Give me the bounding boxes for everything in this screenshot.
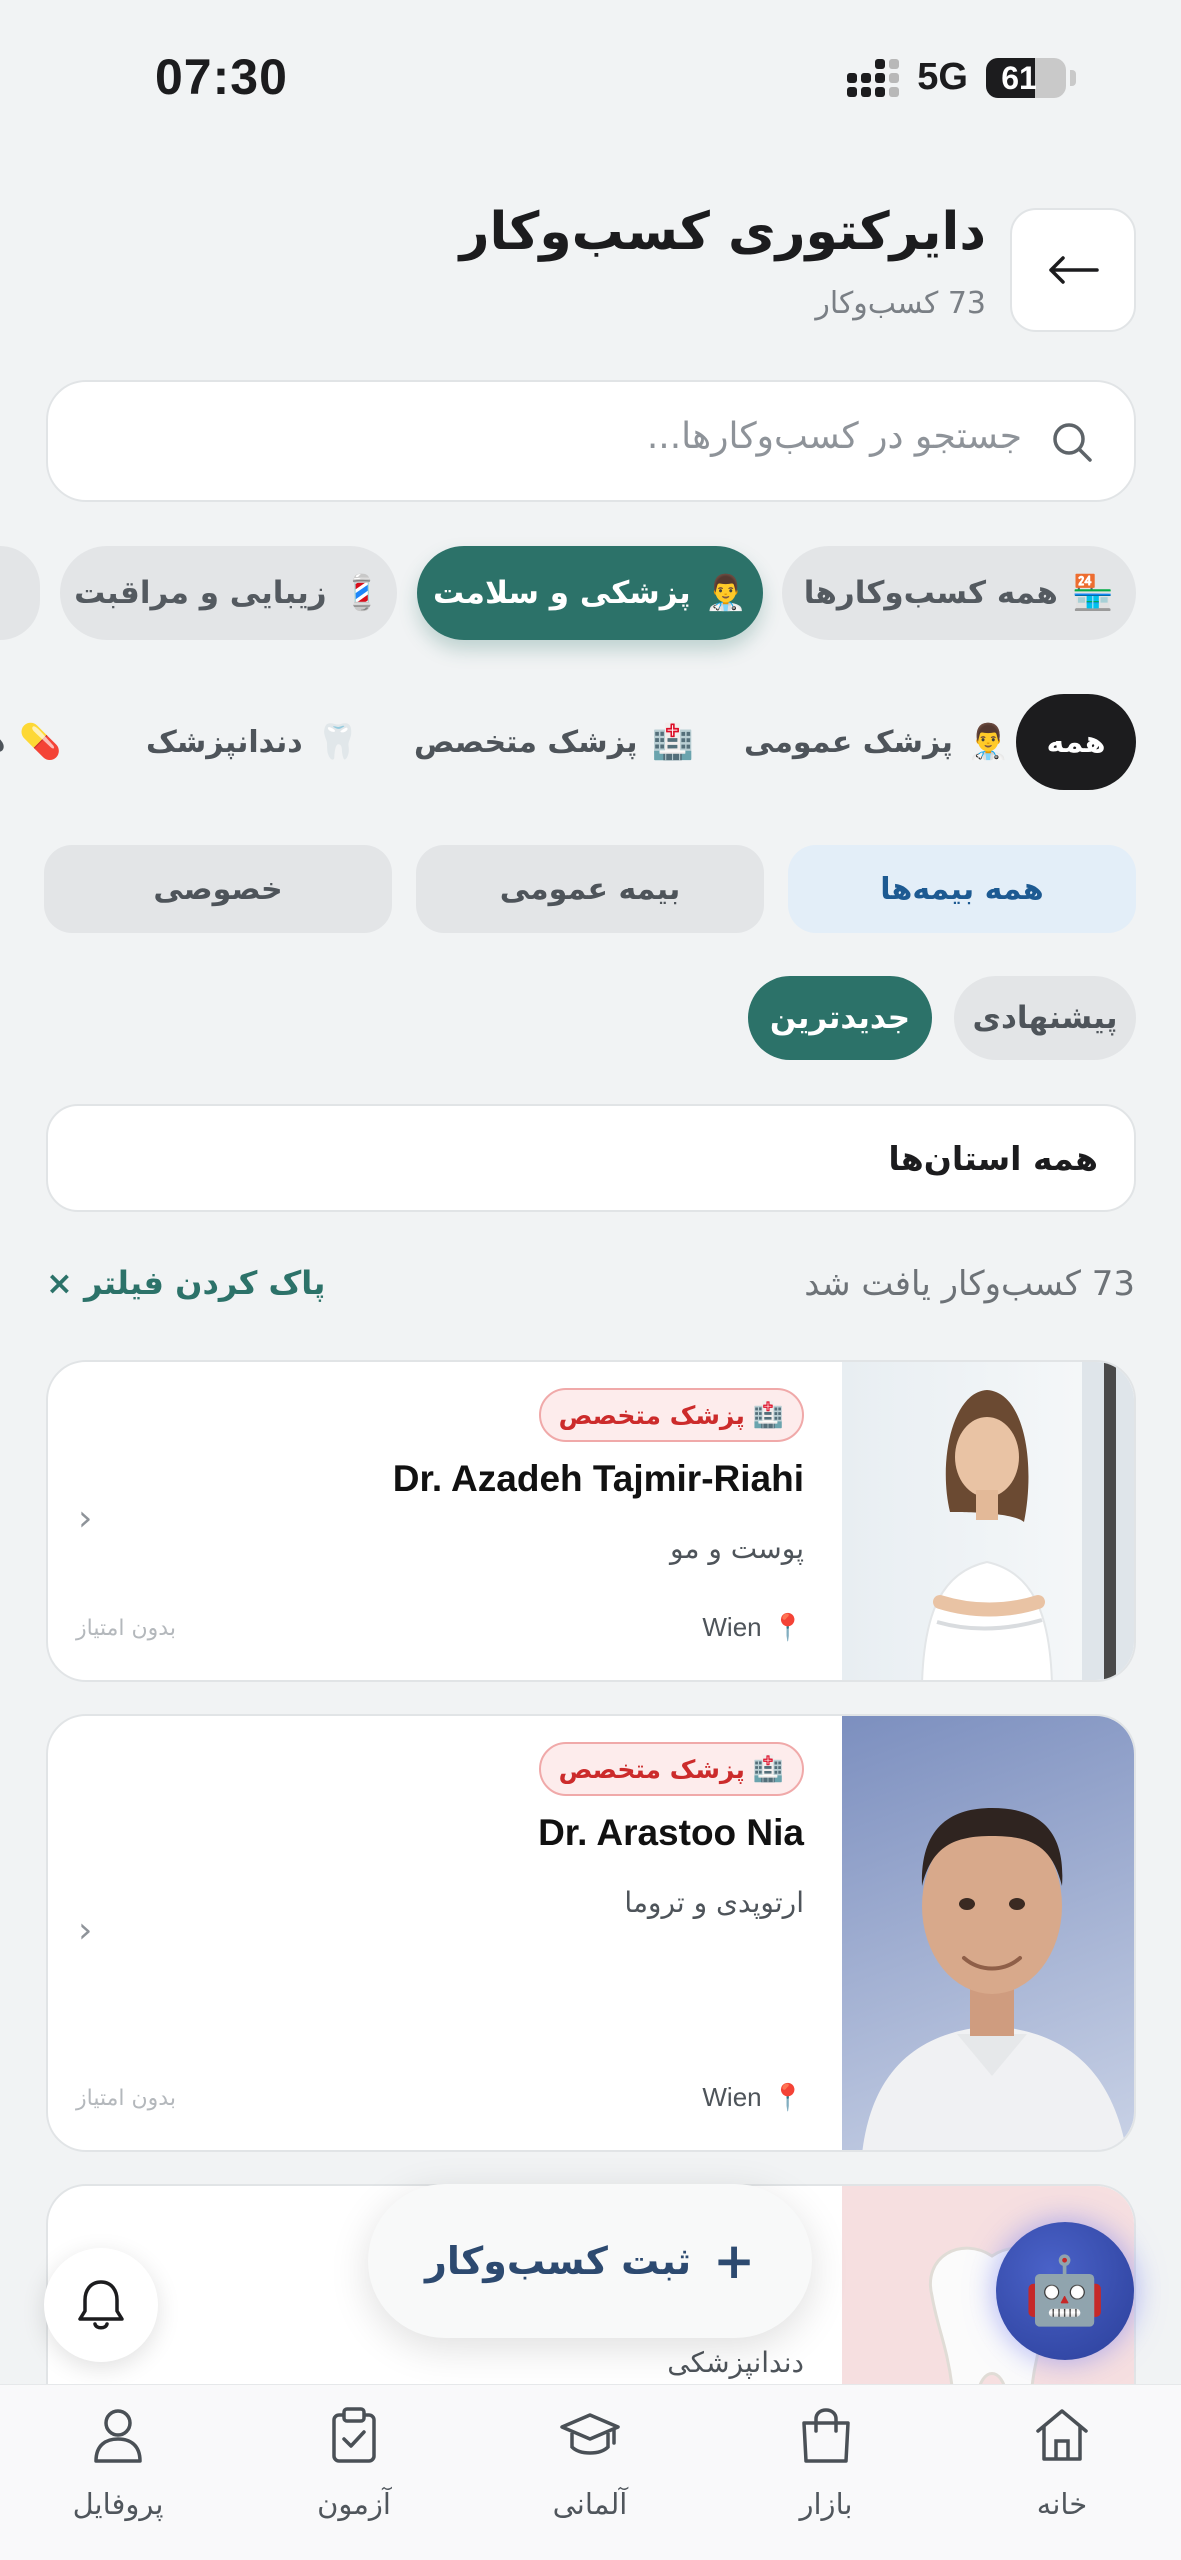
nav-label: خانه	[1036, 2487, 1088, 2521]
business-specialty: دندانپزشکی	[667, 2346, 804, 2379]
category-chip-partial[interactable]	[0, 546, 40, 640]
hospital-icon: 🏥	[752, 1754, 784, 1783]
battery-level: 61	[1001, 59, 1037, 96]
graduation-cap-icon	[560, 2413, 620, 2455]
back-button[interactable]	[1010, 208, 1136, 332]
signal-icon	[847, 58, 900, 97]
shopping-bag-icon	[802, 2408, 850, 2463]
subcategory-pharmacy-partial[interactable]: 💊 د	[0, 694, 62, 790]
map-pin-icon: 📍	[771, 2082, 804, 2112]
doctor-photo	[842, 1716, 1134, 2150]
doctor-photo	[842, 1362, 1134, 1680]
bell-icon	[78, 2280, 124, 2330]
category-badge: 🏥 پزشک متخصص	[538, 1388, 804, 1442]
category-chip-label: همه کسب‌وکارها	[803, 575, 1058, 611]
tooth-icon: 🦷	[316, 722, 360, 762]
sort-suggested[interactable]: پیشنهادی	[954, 976, 1136, 1060]
sort-newest[interactable]: جدیدترین	[748, 976, 932, 1060]
business-card[interactable]: 🏥 پزشک متخصص Dr. Arastoo Nia ارتوپدی و ت…	[46, 1714, 1136, 2152]
store-icon: 🏪	[1071, 573, 1115, 613]
business-name: Dr. Arastoo Nia	[538, 1812, 804, 1853]
subcategory-label: د	[0, 725, 5, 760]
insurance-private[interactable]: خصوصی	[44, 845, 392, 933]
business-specialty: پوست و مو	[670, 1532, 804, 1565]
subcategory-specialist[interactable]: 🏥 پزشک متخصص	[414, 694, 694, 790]
insurance-all[interactable]: همه بیمه‌ها	[788, 845, 1136, 933]
hospital-icon: 🏥	[752, 1400, 784, 1429]
category-chip-label: پزشکی و سلامت	[432, 575, 691, 611]
nav-label: آلمانی	[552, 2487, 628, 2521]
city-label: Wien	[702, 1612, 762, 1642]
register-business-label: ثبت کسب‌وکار	[425, 2239, 692, 2283]
barber-pole-icon: 💈	[340, 573, 383, 613]
province-select[interactable]: همه استان‌ها	[46, 1104, 1136, 1212]
nav-item-profile[interactable]: پروفایل	[18, 2405, 218, 2521]
subcategory-label: پزشک عمومی	[744, 724, 953, 760]
map-pin-icon: 📍	[771, 1612, 804, 1642]
category-badge: 🏥 پزشک متخصص	[538, 1742, 804, 1796]
page-title: دایرکتوری کسب‌وکار	[459, 202, 986, 262]
category-chip-medical-health[interactable]: 👨‍⚕️ پزشکی و سلامت	[417, 546, 763, 640]
arrow-left-icon	[1049, 256, 1099, 284]
category-chip-all-businesses[interactable]: 🏪 همه کسب‌وکارها	[782, 546, 1136, 640]
ai-assistant-button[interactable]: 🤖	[996, 2222, 1134, 2360]
nav-item-market[interactable]: بازار	[726, 2405, 926, 2521]
user-icon	[94, 2409, 142, 2463]
chevron-right-icon: ›	[78, 1498, 93, 1539]
nav-item-exam[interactable]: آزمون	[254, 2405, 454, 2521]
nav-label: بازار	[799, 2487, 853, 2521]
subcategory-label: پزشک متخصص	[414, 724, 638, 760]
pill-icon: 💊	[19, 722, 62, 762]
subcategory-label: همه	[1046, 724, 1106, 760]
business-name: Dr. Azadeh Tajmir-Riahi	[392, 1458, 804, 1499]
subcategory-dentist[interactable]: 🦷 دندانپزشک	[146, 694, 359, 790]
province-value: همه استان‌ها	[888, 1138, 1098, 1178]
badge-label: پزشک متخصص	[558, 1400, 745, 1430]
subcategory-general-practitioner[interactable]: 👨‍⚕️ پزشک عمومی	[744, 694, 1009, 790]
chevron-right-icon: ›	[78, 1910, 93, 1951]
nav-item-german[interactable]: آلمانی	[490, 2405, 690, 2521]
battery-icon: 61	[986, 57, 1066, 98]
home-icon	[1036, 2409, 1088, 2461]
badge-label: پزشک متخصص	[558, 1754, 745, 1784]
search-bar[interactable]	[46, 380, 1136, 502]
plus-icon: +	[713, 2232, 755, 2290]
doctor-icon: 👨‍⚕️	[966, 722, 1010, 762]
page-subtitle: 73 کسب‌وکار	[815, 286, 986, 321]
business-specialty: ارتوپدی و تروما	[624, 1886, 804, 1919]
category-chip-beauty-care[interactable]: 💈 زیبایی و مراقبت	[60, 546, 397, 640]
nav-label: پروفایل	[72, 2487, 164, 2521]
nav-item-home[interactable]: خانه	[962, 2405, 1162, 2521]
insurance-public[interactable]: بیمه عمومی	[416, 845, 764, 933]
doctor-icon: 👨‍⚕️	[704, 573, 748, 613]
business-location: Wien 📍	[702, 1612, 804, 1643]
notifications-button[interactable]	[44, 2248, 158, 2362]
business-location: Wien 📍	[702, 2082, 804, 2113]
subcategory-all[interactable]: همه	[1016, 694, 1136, 790]
robot-icon: 🤖	[1023, 2252, 1107, 2329]
status-indicators: 5G 61	[847, 56, 1076, 99]
search-input[interactable]	[222, 416, 1022, 457]
network-type: 5G	[917, 56, 968, 98]
category-chip-label: زیبایی و مراقبت	[74, 575, 327, 611]
bottom-navigation: خانه بازار آلمانی آزمون پروفایل	[0, 2384, 1181, 2560]
clear-filter-link[interactable]: پاک کردن فیلتر ×	[46, 1264, 325, 1302]
nav-label: آزمون	[317, 2487, 391, 2521]
rating-text: بدون امتیاز	[76, 2086, 176, 2111]
clipboard-check-icon	[332, 2407, 376, 2463]
rating-text: بدون امتیاز	[76, 1616, 176, 1641]
results-count: 73 کسب‌وکار یافت شد	[804, 1264, 1135, 1304]
subcategory-label: دندانپزشک	[146, 724, 303, 760]
register-business-button[interactable]: + ثبت کسب‌وکار	[368, 2184, 812, 2338]
status-time: 07:30	[155, 49, 288, 105]
hospital-icon: 🏥	[651, 722, 694, 762]
search-icon	[1053, 423, 1092, 462]
city-label: Wien	[702, 2082, 762, 2112]
business-card[interactable]: 🏥 پزشک متخصص Dr. Azadeh Tajmir-Riahi پوس…	[46, 1360, 1136, 1682]
